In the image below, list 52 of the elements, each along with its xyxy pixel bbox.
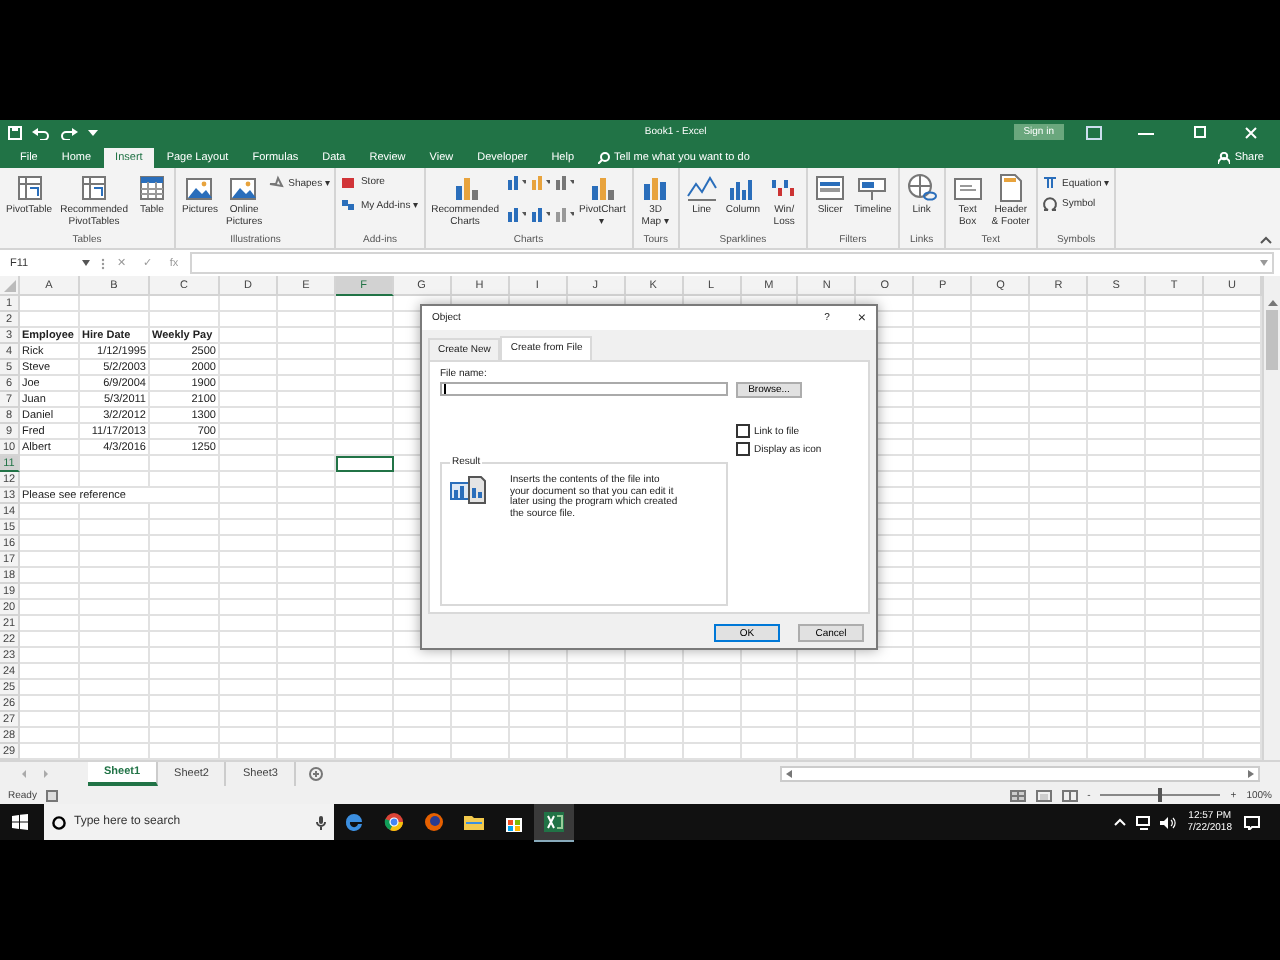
globe-chart-icon [639, 172, 672, 204]
folder-icon[interactable] [464, 812, 484, 832]
page-layout-icon[interactable] [1035, 789, 1052, 801]
speaker-icon[interactable] [1159, 815, 1176, 829]
firefox-icon[interactable] [424, 812, 444, 832]
chart-icon[interactable] [529, 206, 549, 222]
chevron-up-icon[interactable] [1113, 818, 1126, 826]
chart-icon[interactable] [553, 206, 573, 222]
redo-icon[interactable] [60, 125, 78, 139]
chart-icon[interactable] [505, 206, 525, 222]
person-icon [1218, 152, 1231, 164]
arrow-up-icon[interactable] [1267, 298, 1277, 306]
macro-icon[interactable] [46, 789, 59, 801]
bar-chart-icon [586, 172, 619, 204]
spreadsheet-icon[interactable] [544, 811, 564, 831]
horizontal-scrollbar[interactable] [780, 766, 1260, 782]
caret-icon [1260, 260, 1268, 266]
file-name-field[interactable] [440, 382, 728, 396]
edge-icon[interactable] [344, 812, 364, 832]
arrow-left-icon[interactable] [784, 770, 792, 778]
scroll-thumb[interactable] [1266, 310, 1278, 370]
normal-view-icon[interactable] [1009, 789, 1026, 801]
chrome-icon[interactable] [384, 812, 404, 832]
microphone-icon[interactable] [316, 815, 326, 829]
search-icon[interactable] [598, 152, 611, 164]
embedded-file-icon [450, 476, 486, 504]
page-break-icon[interactable] [1061, 789, 1078, 801]
undo-icon[interactable] [32, 125, 50, 139]
save-icon[interactable] [8, 125, 22, 139]
collapse-icon[interactable] [1260, 236, 1272, 244]
network-icon[interactable] [1135, 815, 1152, 829]
grip-icon [100, 255, 106, 271]
windows-icon[interactable] [12, 814, 28, 830]
pi-icon [1041, 174, 1058, 190]
active-cell[interactable] [335, 456, 394, 472]
formula-input[interactable] [190, 252, 1274, 274]
store-icon [340, 174, 357, 190]
arrow-right-icon[interactable] [1248, 770, 1256, 778]
chart-icon[interactable] [553, 174, 573, 190]
line-chart-icon [685, 172, 718, 204]
puzzle-icon [340, 196, 357, 212]
chart-icon[interactable] [505, 174, 525, 190]
notification-icon[interactable] [1244, 815, 1260, 829]
store-icon[interactable] [504, 812, 524, 832]
shape-icon [268, 174, 285, 190]
circle-icon [52, 815, 66, 829]
zoom-slider-thumb[interactable] [1158, 788, 1163, 802]
checkbox[interactable] [736, 424, 750, 438]
caret-icon[interactable] [88, 127, 98, 137]
checkbox[interactable] [736, 442, 750, 456]
omega-icon [1041, 196, 1058, 212]
caret-icon [82, 260, 90, 266]
